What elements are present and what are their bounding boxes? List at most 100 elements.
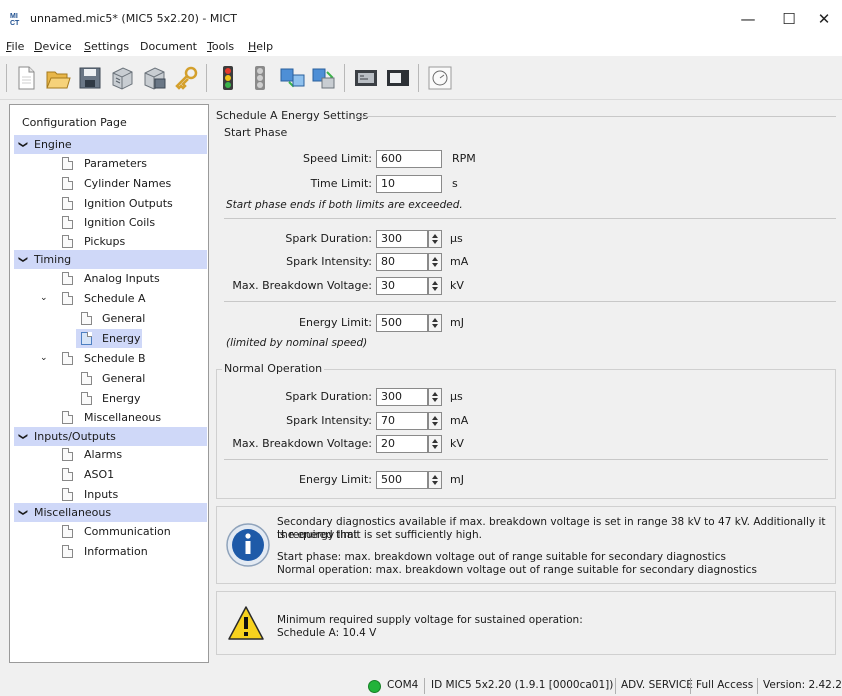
traffic-light-icon[interactable] [214,64,242,92]
panel-title: Schedule A Energy Settings [216,109,369,122]
dark-display-icon[interactable] [384,64,412,92]
document-icon [62,197,73,210]
start-spark-intensity-label: Spark Intensity: [286,255,372,268]
warning-text-line1: Minimum required supply voltage for sust… [277,614,583,626]
tree-item-schedule-a-general[interactable]: General [10,309,208,328]
toolbar-separator [344,64,345,92]
tree-item-parameters[interactable]: Parameters [10,154,208,173]
normal-energy-limit-input[interactable]: 500 [376,471,428,489]
tree-item-schedule-a[interactable]: ⌄ Schedule A [10,289,208,308]
speed-limit-input[interactable]: 600 [376,150,442,168]
document-icon [62,488,73,501]
normal-breakdown-voltage-spinner[interactable] [428,435,442,453]
tree-item-schedule-b-energy[interactable]: Energy [10,389,208,408]
tree-item-timing-miscellaneous[interactable]: Miscellaneous [10,408,208,427]
normal-spark-intensity-input[interactable]: 70 [376,412,428,430]
start-spark-duration-label: Spark Duration: [285,232,372,245]
display-icon[interactable] [352,64,380,92]
supply-voltage-warning: Minimum required supply voltage for sust… [216,591,836,655]
normal-spark-intensity-spinner[interactable] [428,412,442,430]
start-breakdown-voltage-input[interactable]: 30 [376,277,428,295]
menu-bar: File Device Settings Document Tools Help [0,36,842,56]
normal-breakdown-voltage-input[interactable]: 20 [376,435,428,453]
maximize-button[interactable]: ☐ [775,8,803,30]
configuration-tree: Configuration Page ❯ Engine Parameters Cy… [9,104,209,663]
menu-file[interactable]: File [6,40,24,53]
energy-limit-note: (limited by nominal speed) [226,337,368,349]
normal-spark-intensity-unit: mA [450,414,469,427]
tree-group-miscellaneous[interactable]: ❯ Miscellaneous [14,503,207,522]
start-energy-limit-input[interactable]: 500 [376,314,428,332]
menu-help[interactable]: Help [248,40,273,53]
normal-spark-duration-spinner[interactable] [428,388,442,406]
close-button[interactable]: ✕ [810,8,838,30]
tree-item-cylinder-names[interactable]: Cylinder Names [10,174,208,193]
expand-icon[interactable]: ❯ [12,509,31,517]
normal-energy-limit-spinner[interactable] [428,471,442,489]
status-mode: ADV. SERVICE [621,679,693,691]
tree-group-timing[interactable]: ❯ Timing [14,250,207,269]
start-spark-duration-unit: µs [450,232,463,245]
tree-item-ignition-coils[interactable]: Ignition Coils [10,213,208,232]
expand-icon[interactable]: ❯ [12,141,31,149]
document-icon [62,177,73,190]
start-breakdown-voltage-spinner[interactable] [428,277,442,295]
start-spark-duration-input[interactable]: 300 [376,230,428,248]
tree-item-inputs[interactable]: Inputs [10,485,208,504]
menu-settings[interactable]: Settings [84,40,129,53]
start-energy-limit-unit: mJ [450,316,464,329]
traffic-light-off-icon[interactable] [246,64,274,92]
tree-item-communication[interactable]: Communication [10,522,208,541]
new-file-icon[interactable] [12,64,40,92]
tree-item-analog-inputs[interactable]: Analog Inputs [10,269,208,288]
time-limit-unit: s [452,177,458,190]
expand-icon[interactable]: ⌄ [40,289,48,308]
tree-item-aso1[interactable]: ASO1 [10,465,208,484]
document-icon [62,157,73,170]
normal-spark-duration-unit: µs [450,390,463,403]
transfer-to-device-icon[interactable] [278,64,306,92]
start-breakdown-voltage-unit: kV [450,279,464,292]
tree-item-information[interactable]: Information [10,542,208,561]
normal-spark-duration-input[interactable]: 300 [376,388,428,406]
divider [224,301,836,302]
read-device-icon[interactable] [108,64,136,92]
transfer-from-device-icon[interactable] [310,64,338,92]
tree-item-schedule-b-general[interactable]: General [10,369,208,388]
tree-item-ignition-outputs[interactable]: Ignition Outputs [10,194,208,213]
menu-device[interactable]: Device [34,40,72,53]
status-separator [757,678,758,694]
write-device-icon[interactable] [140,64,168,92]
tree-group-inputs-outputs[interactable]: ❯ Inputs/Outputs [14,427,207,446]
start-spark-duration-spinner[interactable] [428,230,442,248]
tree-item-schedule-b[interactable]: ⌄ Schedule B [10,349,208,368]
expand-icon[interactable]: ⌄ [40,349,48,368]
svg-text:CT: CT [10,20,20,25]
expand-icon[interactable]: ❯ [12,433,31,441]
expand-icon[interactable]: ❯ [12,256,31,264]
open-folder-icon[interactable] [44,64,72,92]
document-icon [62,352,73,365]
info-text-line4: Normal operation: max. breakdown voltage… [277,564,758,576]
save-icon[interactable] [76,64,104,92]
document-icon [62,525,73,538]
toolbar-separator [418,64,419,92]
key-icon[interactable] [172,64,200,92]
start-spark-intensity-spinner[interactable] [428,253,442,271]
minimize-button[interactable]: — [734,8,762,30]
tree-item-schedule-a-energy[interactable]: Energy [10,329,208,348]
menu-document[interactable]: Document [140,40,197,53]
document-icon [62,216,73,229]
tree-item-pickups[interactable]: Pickups [10,232,208,251]
tree-item-alarms[interactable]: Alarms [10,445,208,464]
status-separator [615,678,616,694]
tree-group-engine[interactable]: ❯ Engine [14,135,207,154]
time-limit-input[interactable]: 10 [376,175,442,193]
start-spark-intensity-input[interactable]: 80 [376,253,428,271]
divider [224,218,836,219]
menu-tools[interactable]: Tools [207,40,234,53]
start-energy-limit-spinner[interactable] [428,314,442,332]
document-icon [81,392,92,405]
gauge-icon[interactable] [426,64,454,92]
status-separator [690,678,691,694]
